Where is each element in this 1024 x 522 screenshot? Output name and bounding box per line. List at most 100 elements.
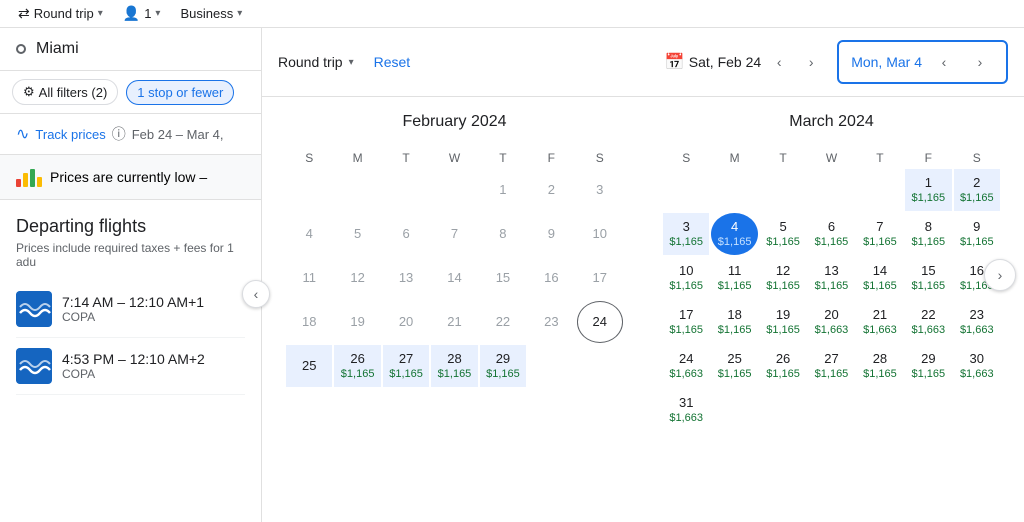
day-price: $1,165 xyxy=(912,368,946,381)
day-price: $1,165 xyxy=(766,280,800,293)
calendar-day[interactable]: 10$1,165 xyxy=(663,257,709,299)
calendar-day[interactable]: 14$1,165 xyxy=(857,257,903,299)
day-number: 26 xyxy=(776,351,790,368)
day-number: 17 xyxy=(593,270,607,287)
calendar-day[interactable]: 27$1,165 xyxy=(383,345,429,387)
calendar-day[interactable]: 28$1,165 xyxy=(857,345,903,387)
calendar-day[interactable]: 9$1,165 xyxy=(954,213,1000,255)
calendar-day[interactable]: 27$1,165 xyxy=(808,345,854,387)
cabin-class-selector[interactable]: Business ▾ xyxy=(174,4,248,23)
calendar-day[interactable]: 1$1,165 xyxy=(905,169,951,211)
calendar-day[interactable]: 11$1,165 xyxy=(711,257,757,299)
march-cells: 1$1,1652$1,1653$1,1654$1,1655$1,1656$1,1… xyxy=(663,169,1000,431)
price-bars-icon xyxy=(16,167,42,187)
calendar-day[interactable]: 17 xyxy=(577,257,623,299)
calendar-day[interactable]: 15$1,165 xyxy=(905,257,951,299)
day-price: $1,165 xyxy=(718,368,752,381)
calendar-day[interactable]: 22$1,663 xyxy=(905,301,951,343)
flight-time-1: 7:14 AM – 12:10 AM+1 xyxy=(62,294,204,310)
calendar-day[interactable]: 28$1,165 xyxy=(431,345,477,387)
calendar-day[interactable]: 6 xyxy=(383,213,429,255)
search-field[interactable]: Miami xyxy=(0,28,261,71)
calendar-day[interactable]: 14 xyxy=(431,257,477,299)
calendar-day[interactable]: 25 xyxy=(286,345,332,387)
passengers-count: 1 xyxy=(144,6,151,21)
day-price: $1,663 xyxy=(669,412,703,425)
passengers-selector[interactable]: 👤 1 ▾ xyxy=(117,3,167,24)
calendar-trip-type-selector[interactable]: Round trip ▾ xyxy=(278,54,354,70)
calendar-day[interactable]: 6$1,165 xyxy=(808,213,854,255)
calendar-day[interactable]: 18$1,165 xyxy=(711,301,757,343)
calendar-day[interactable]: 15 xyxy=(480,257,526,299)
calendar-day[interactable]: 5$1,165 xyxy=(760,213,806,255)
calendar-day[interactable]: 1 xyxy=(480,169,526,211)
departure-date-prev[interactable]: ‹ xyxy=(765,48,793,76)
calendar-day[interactable]: 13 xyxy=(383,257,429,299)
calendar-day[interactable]: 8$1,165 xyxy=(905,213,951,255)
calendar-day[interactable]: 7$1,165 xyxy=(857,213,903,255)
calendar-day[interactable]: 7 xyxy=(431,213,477,255)
calendar-day[interactable]: 12 xyxy=(334,257,380,299)
calendar-day[interactable]: 20$1,663 xyxy=(808,301,854,343)
calendar-day[interactable]: 21$1,663 xyxy=(857,301,903,343)
calendar-day[interactable]: 31$1,663 xyxy=(663,389,709,431)
calendar-trip-type-label: Round trip xyxy=(278,54,343,70)
calendar-day[interactable]: 24 xyxy=(577,301,623,343)
calendar-day xyxy=(760,169,806,211)
calendar-day[interactable]: 16 xyxy=(528,257,574,299)
calendar-day[interactable]: 20 xyxy=(383,301,429,343)
calendar-day[interactable]: 3 xyxy=(577,169,623,211)
all-filters-button[interactable]: ⚙ All filters (2) xyxy=(12,79,118,105)
calendar-day[interactable]: 10 xyxy=(577,213,623,255)
calendar-day[interactable]: 12$1,165 xyxy=(760,257,806,299)
reset-button[interactable]: Reset xyxy=(374,54,411,70)
calendar-day[interactable]: 29$1,165 xyxy=(480,345,526,387)
scroll-right-button[interactable]: › xyxy=(984,259,1016,291)
flight-item-2[interactable]: 4:53 PM – 12:10 AM+2 COPA xyxy=(16,338,245,395)
calendar-day[interactable]: 2$1,165 xyxy=(954,169,1000,211)
copa-logo-1 xyxy=(16,291,52,327)
calendar-day[interactable]: 13$1,165 xyxy=(808,257,854,299)
flight-airline-2: COPA xyxy=(62,367,205,381)
day-number: 22 xyxy=(496,314,510,331)
trip-type-selector[interactable]: ⇄ Round trip ▾ xyxy=(12,3,109,24)
calendar-day[interactable]: 18 xyxy=(286,301,332,343)
return-date-next[interactable]: › xyxy=(966,48,994,76)
calendar-day[interactable]: 21 xyxy=(431,301,477,343)
stops-filter-button[interactable]: 1 stop or fewer xyxy=(126,80,234,105)
calendar-day[interactable]: 23$1,663 xyxy=(954,301,1000,343)
february-calendar: February 2024 S M T W T F S 123456789101… xyxy=(286,113,623,431)
calendar-day[interactable]: 4 xyxy=(286,213,332,255)
calendar-day[interactable]: 4$1,165 xyxy=(711,213,757,255)
day-number: 23 xyxy=(970,307,984,324)
track-prices-row[interactable]: ∿ Track prices ⓘ Feb 24 – Mar 4, xyxy=(0,114,261,155)
calendar-day[interactable]: 5 xyxy=(334,213,380,255)
departure-date-selector[interactable]: 📅 Sat, Feb 24 ‹ › xyxy=(665,48,825,76)
calendar-day[interactable]: 26$1,165 xyxy=(334,345,380,387)
day-number: 28 xyxy=(447,351,461,368)
calendar-day[interactable]: 25$1,165 xyxy=(711,345,757,387)
departure-date-next[interactable]: › xyxy=(797,48,825,76)
day-number: 4 xyxy=(731,219,738,236)
calendar-day[interactable]: 2 xyxy=(528,169,574,211)
calendar-day[interactable]: 26$1,165 xyxy=(760,345,806,387)
calendar-day[interactable]: 24$1,663 xyxy=(663,345,709,387)
feb-header-m: M xyxy=(334,147,380,169)
calendar-day[interactable]: 3$1,165 xyxy=(663,213,709,255)
calendar-day[interactable]: 17$1,165 xyxy=(663,301,709,343)
calendar-day[interactable]: 23 xyxy=(528,301,574,343)
calendar-day[interactable]: 19 xyxy=(334,301,380,343)
calendar-day[interactable]: 29$1,165 xyxy=(905,345,951,387)
calendar-day[interactable]: 11 xyxy=(286,257,332,299)
calendar-day[interactable]: 30$1,663 xyxy=(954,345,1000,387)
calendar-day[interactable]: 9 xyxy=(528,213,574,255)
calendar-day[interactable]: 22 xyxy=(480,301,526,343)
return-date-selector[interactable]: Mon, Mar 4 ‹ › xyxy=(837,40,1008,84)
calendar-day[interactable]: 8 xyxy=(480,213,526,255)
calendar-day[interactable]: 19$1,165 xyxy=(760,301,806,343)
flight-item-1[interactable]: 7:14 AM – 12:10 AM+1 COPA xyxy=(16,281,245,338)
return-date-prev[interactable]: ‹ xyxy=(930,48,958,76)
calendar-day xyxy=(286,169,332,211)
feb-header-s2: S xyxy=(577,147,623,169)
collapse-panel-button[interactable]: ‹ xyxy=(242,280,270,308)
